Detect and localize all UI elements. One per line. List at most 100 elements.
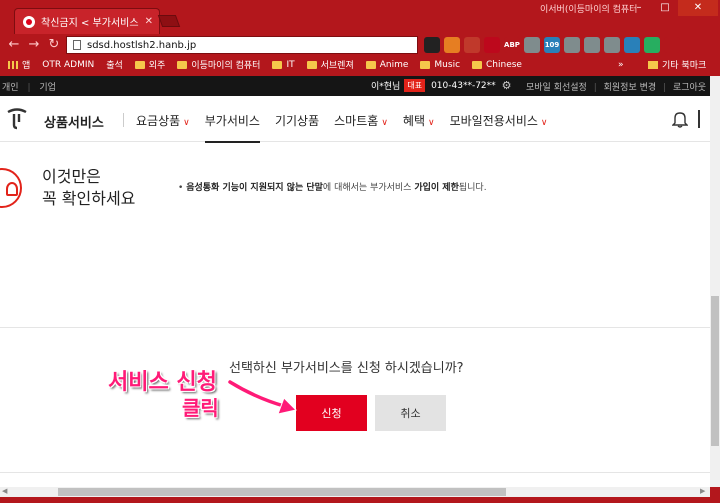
- nav-item[interactable]: 부가서비스: [204, 112, 261, 143]
- apply-button[interactable]: 신청: [296, 395, 367, 431]
- notice-title-line2: 꼭 확인하세요: [42, 189, 136, 208]
- nav-menu: 요금상품 ∨ 부가서비스 기기상품 스마트홈 ∨ 혜택 ∨ 모바일전용서비스 ∨: [136, 112, 563, 143]
- bookmark-label: 외주: [148, 61, 166, 71]
- user-name: 이*현님: [371, 82, 401, 92]
- nav-item[interactable]: 스마트홈 ∨: [334, 112, 388, 129]
- reader-icon[interactable]: [424, 37, 440, 53]
- edit-member-info-link[interactable]: 회원정보 변경: [604, 83, 657, 93]
- gear-icon[interactable]: ⚙: [502, 79, 512, 92]
- lightbulb-icon: [0, 168, 22, 208]
- folder-icon: [472, 60, 483, 69]
- tab-close-icon[interactable]: ✕: [145, 16, 153, 27]
- browser-toolbar: ← → ↻ sdsd.hostlsh2.hanb.jp ABP 109: [0, 34, 720, 56]
- bookmark-item[interactable]: Anime: [365, 59, 409, 70]
- vertical-scrollbar[interactable]: [710, 76, 720, 487]
- bookmark-item[interactable]: 출석: [0, 58, 123, 162]
- logout-link[interactable]: 로그아웃: [673, 83, 706, 93]
- bookmark-item[interactable]: 이등마이의 컴퓨터: [177, 58, 260, 71]
- bookmark-item[interactable]: IT: [272, 59, 295, 70]
- folder-icon: [420, 60, 431, 69]
- bookmark-item[interactable]: Chinese: [472, 60, 522, 70]
- bookmark-label: OTR ADMIN: [42, 59, 95, 70]
- separator: |: [663, 83, 667, 93]
- chrome-icon[interactable]: [644, 37, 660, 53]
- notice-text-end: 됩니다.: [458, 183, 487, 193]
- nav-item-label: 혜택: [402, 114, 425, 128]
- representative-badge: 대표: [404, 79, 426, 92]
- other-bookmarks-folder[interactable]: 기타 북마크: [648, 56, 706, 73]
- menu-icon[interactable]: [664, 37, 680, 53]
- tab-strip: 착신금지 < 부가서비스 ✕ 이서버(이등마이의 컴퓨터 – □ ✕: [0, 0, 720, 34]
- chevron-down-icon: ∨: [540, 118, 548, 128]
- segment-personal-link[interactable]: 개인: [2, 83, 19, 93]
- separator: |: [593, 83, 597, 93]
- badge-icon[interactable]: 109: [544, 37, 560, 53]
- puzzle-icon[interactable]: [524, 37, 540, 53]
- nav-item[interactable]: 기기상품: [275, 112, 319, 129]
- folder-icon: [134, 60, 145, 69]
- nav-item[interactable]: 요금상품 ∨: [136, 112, 190, 129]
- clock-icon[interactable]: [584, 37, 600, 53]
- screen-icon[interactable]: [564, 37, 580, 53]
- translate-icon[interactable]: [624, 37, 640, 53]
- bookmark-label: Chinese: [486, 59, 522, 70]
- scroll-right-icon[interactable]: ▶: [700, 487, 705, 495]
- bookmark-label: Anime: [379, 59, 409, 70]
- cancel-button[interactable]: 취소: [375, 395, 446, 431]
- pinterest-icon[interactable]: [484, 37, 500, 53]
- nav-title[interactable]: 상품서비스: [44, 112, 104, 131]
- adblock-icon[interactable]: ABP: [504, 37, 520, 53]
- extension-icons: ABP 109: [424, 37, 680, 53]
- fox-icon[interactable]: [444, 37, 460, 53]
- nav-item-label: 스마트홈: [334, 114, 379, 128]
- segment-business-link[interactable]: 기업: [39, 83, 56, 93]
- section-divider: [0, 327, 710, 328]
- bookmarks-bar: 앱 OTR ADMIN 출석 외주 이등마이의 컴퓨터 IT 서브렌져 Anime Music C…: [0, 56, 720, 162]
- drive-icon[interactable]: [604, 37, 620, 53]
- page-info-icon[interactable]: [73, 40, 81, 50]
- nav-divider: [123, 113, 124, 127]
- tab-title: 착신금지 < 부가서비스: [41, 18, 139, 29]
- back-icon[interactable]: ←: [6, 37, 22, 53]
- chevron-down-icon: ∨: [428, 118, 435, 128]
- close-window-icon[interactable]: ✕: [678, 0, 718, 16]
- more-menu-icon[interactable]: [698, 110, 700, 128]
- new-tab-button[interactable]: [157, 15, 181, 27]
- horizontal-scroll-thumb[interactable]: [58, 488, 506, 496]
- bookmark-item[interactable]: 앱: [8, 58, 30, 71]
- window-title: 이서버(이등마이의 컴퓨터: [540, 5, 638, 15]
- bookmark-item[interactable]: 외주: [134, 58, 166, 71]
- bookmark-item[interactable]: OTR ADMIN: [0, 59, 95, 162]
- browser-tab[interactable]: 착신금지 < 부가서비스 ✕: [14, 8, 160, 34]
- bookmark-item[interactable]: 서브렌져: [306, 58, 354, 71]
- t-logo-icon[interactable]: [6, 108, 28, 130]
- folder-icon: [648, 60, 658, 69]
- bookmark-item[interactable]: Music: [420, 60, 460, 70]
- browser-window: 착신금지 < 부가서비스 ✕ 이서버(이등마이의 컴퓨터 – □ ✕ ← → ↻…: [0, 0, 720, 503]
- bookmark-label: 출석: [106, 61, 123, 71]
- bell-icon[interactable]: [672, 110, 688, 128]
- mobile-line-settings-link[interactable]: 모바일 회선설정: [526, 83, 587, 93]
- vertical-scroll-thumb[interactable]: [711, 296, 719, 446]
- nav-item[interactable]: 모바일전용서비스 ∨: [450, 112, 548, 129]
- horizontal-scrollbar[interactable]: ◀ ▶: [0, 487, 710, 497]
- chevron-down-icon: ∨: [183, 118, 190, 128]
- bookmark-label: Music: [434, 59, 461, 70]
- folder-icon: [306, 60, 317, 69]
- address-url: sdsd.hostlsh2.hanb.jp: [87, 39, 197, 51]
- minimize-icon[interactable]: –: [626, 0, 652, 16]
- separator: |: [27, 83, 31, 93]
- bookmarks-overflow-button[interactable]: »: [618, 56, 624, 73]
- shield-icon[interactable]: [464, 37, 480, 53]
- scroll-left-icon[interactable]: ◀: [2, 487, 7, 495]
- bookmark-label: IT: [286, 59, 295, 70]
- forward-icon[interactable]: →: [26, 37, 42, 53]
- maximize-icon[interactable]: □: [652, 0, 678, 16]
- nav-item-label: 모바일전용서비스: [449, 114, 538, 128]
- nav-item[interactable]: 혜택 ∨: [403, 112, 435, 129]
- address-bar[interactable]: sdsd.hostlsh2.hanb.jp: [66, 36, 418, 54]
- nav-item-label: 기기상품: [274, 114, 320, 128]
- notice-text-strong: 음성통화 기능이 지원되지 않는 단말: [186, 183, 323, 193]
- apps-grid-icon: [8, 60, 18, 69]
- reload-icon[interactable]: ↻: [46, 37, 62, 53]
